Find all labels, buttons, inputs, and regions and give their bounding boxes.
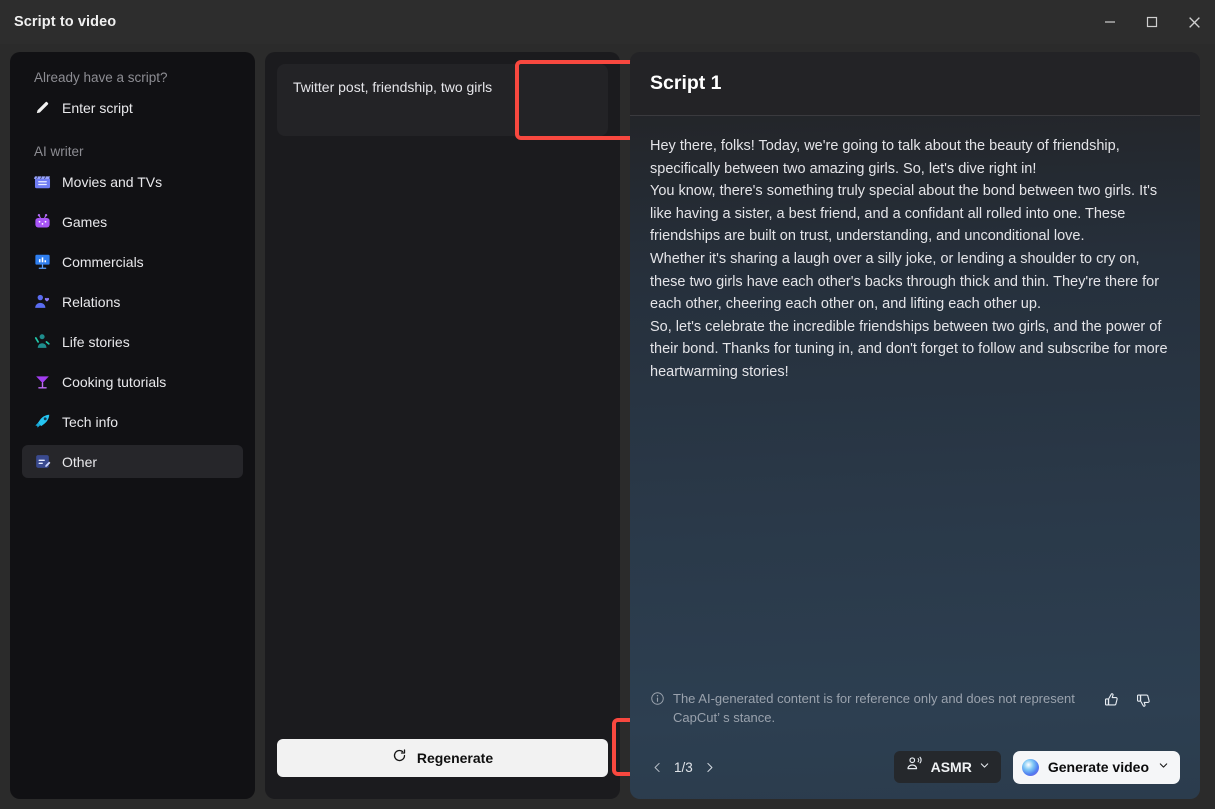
sidebar-item-other[interactable]: Other bbox=[22, 445, 243, 478]
window-title-bar: Script to video bbox=[0, 0, 1215, 44]
sidebar-item-enter-script[interactable]: Enter script bbox=[22, 91, 243, 124]
script-body[interactable]: Hey there, folks! Today, we're going to … bbox=[630, 117, 1200, 679]
sidebar-item-label: Relations bbox=[62, 293, 121, 310]
close-button[interactable] bbox=[1173, 0, 1215, 44]
sidebar-item-life-stories[interactable]: Life stories bbox=[22, 325, 243, 358]
script-title: Script 1 bbox=[650, 72, 722, 94]
sidebar-item-label: Tech info bbox=[62, 413, 119, 430]
maximize-button[interactable] bbox=[1131, 0, 1173, 44]
refresh-icon bbox=[392, 748, 407, 768]
chevron-down-icon bbox=[1158, 758, 1169, 776]
disclaimer-text: The AI-generated content is for referenc… bbox=[673, 691, 1075, 725]
sidebar-item-cooking-tutorials[interactable]: Cooking tutorials bbox=[22, 365, 243, 398]
sidebar-item-label: Enter script bbox=[62, 99, 133, 116]
voice-over-icon bbox=[905, 755, 924, 779]
ai-orb-icon bbox=[1021, 758, 1039, 776]
voice-selector[interactable]: ASMR bbox=[893, 751, 1001, 783]
script-panel: Script 1 Hey there, folks! Today, we're … bbox=[630, 52, 1200, 799]
person-waving-icon bbox=[32, 332, 52, 352]
thumbs-up-button[interactable] bbox=[1099, 689, 1125, 715]
window-title: Script to video bbox=[14, 14, 117, 30]
generate-video-button[interactable]: Generate video bbox=[1012, 750, 1180, 784]
script-text: Hey there, folks! Today, we're going to … bbox=[650, 138, 1168, 380]
sidebar-item-label: Life stories bbox=[62, 333, 130, 350]
script-header: Script 1 bbox=[630, 52, 1200, 116]
prompt-input[interactable]: Twitter post, friendship, two girls bbox=[277, 64, 608, 136]
document-lines-icon bbox=[32, 452, 52, 472]
thumbs-up-icon bbox=[1103, 691, 1121, 714]
rocket-icon bbox=[32, 412, 52, 432]
sidebar-item-tech-info[interactable]: Tech info bbox=[22, 405, 243, 438]
sidebar-item-label: Commercials bbox=[62, 253, 144, 270]
gamepad-icon bbox=[32, 212, 52, 232]
disclaimer-row: The AI-generated content is for referenc… bbox=[650, 689, 1182, 727]
sidebar-section-ai-writer: AI writer bbox=[34, 144, 84, 159]
regenerate-area: Regenerate bbox=[277, 739, 608, 777]
sidebar-item-label: Other bbox=[62, 453, 98, 470]
person-heart-icon bbox=[32, 292, 52, 312]
window-controls bbox=[1089, 0, 1215, 44]
sidebar-item-movies-and-tvs[interactable]: Movies and TVs bbox=[22, 165, 243, 198]
script-footer: 1/3 ASMR Generate video bbox=[630, 735, 1200, 799]
close-icon bbox=[1188, 16, 1200, 28]
maximize-icon bbox=[1146, 16, 1158, 28]
sidebar-item-label: Cooking tutorials bbox=[62, 373, 167, 390]
footer-actions: ASMR Generate video bbox=[893, 750, 1180, 784]
sidebar-item-label: Games bbox=[62, 213, 108, 230]
chevron-left-icon bbox=[654, 762, 660, 772]
clapperboard-icon bbox=[32, 172, 52, 192]
voice-label: ASMR bbox=[930, 759, 972, 775]
sidebar-item-relations[interactable]: Relations bbox=[22, 285, 243, 318]
sidebar-item-games[interactable]: Games bbox=[22, 205, 243, 238]
prompt-panel: Twitter post, friendship, two girls Rege… bbox=[265, 52, 833, 799]
pagination: 1/3 bbox=[646, 754, 721, 780]
generate-video-label: Generate video bbox=[1047, 759, 1149, 775]
sidebar-section-have-script: Already have a script? bbox=[34, 70, 168, 85]
thumbs-down-icon bbox=[1135, 691, 1153, 714]
cocktail-glass-icon bbox=[32, 372, 52, 392]
sidebar: Already have a script? Enter script AI w… bbox=[10, 52, 255, 799]
info-icon bbox=[650, 691, 665, 711]
minimize-icon bbox=[1105, 21, 1115, 23]
presentation-chart-icon bbox=[32, 252, 52, 272]
regenerate-button[interactable]: Regenerate bbox=[277, 739, 608, 777]
content-area: Already have a script? Enter script AI w… bbox=[10, 52, 1205, 799]
regenerate-label: Regenerate bbox=[416, 750, 494, 766]
next-script-button[interactable] bbox=[699, 754, 721, 780]
sidebar-item-commercials[interactable]: Commercials bbox=[22, 245, 243, 278]
pencil-icon bbox=[32, 98, 52, 118]
sidebar-item-label: Movies and TVs bbox=[62, 173, 163, 190]
chevron-right-icon bbox=[707, 762, 713, 772]
minimize-button[interactable] bbox=[1089, 0, 1131, 44]
page-indicator: 1/3 bbox=[674, 759, 693, 775]
window-body: Already have a script? Enter script AI w… bbox=[0, 44, 1215, 809]
thumbs-down-button[interactable] bbox=[1131, 689, 1157, 715]
prev-script-button[interactable] bbox=[646, 754, 668, 780]
chevron-down-icon bbox=[979, 758, 990, 776]
